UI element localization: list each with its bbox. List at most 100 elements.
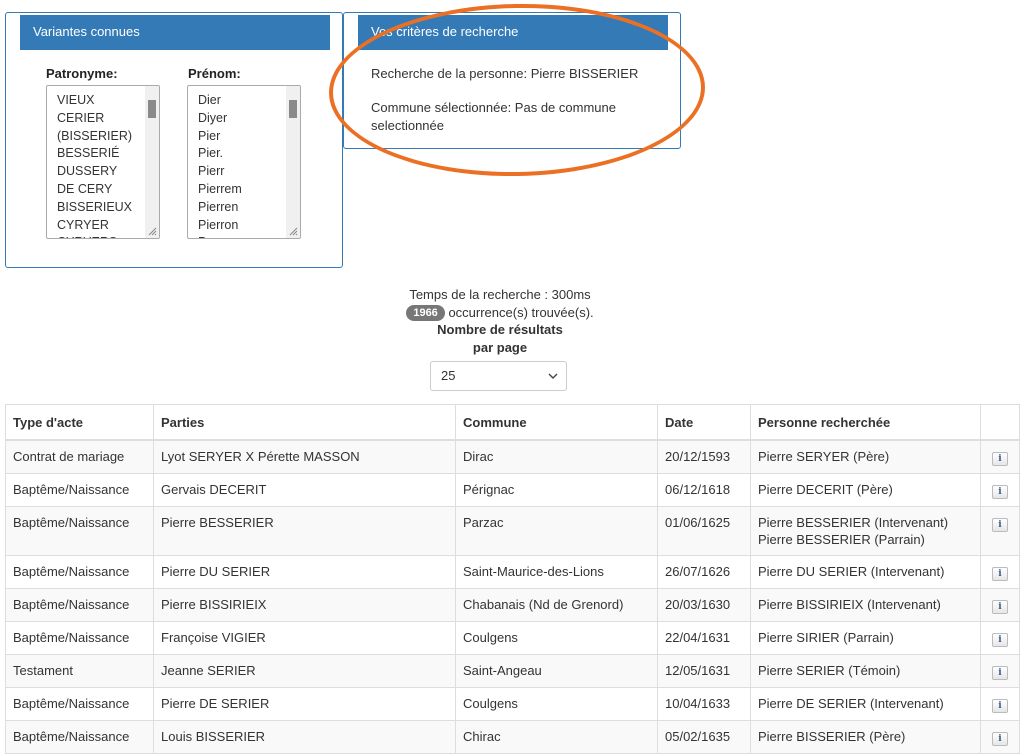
cell-type: Contrat de mariage — [5, 439, 154, 474]
info-icon[interactable]: i — [992, 452, 1008, 466]
surname-option[interactable]: DE CERY — [47, 181, 145, 199]
result-count-line: 1966 occurrence(s) trouvée(s). — [0, 305, 1000, 321]
surname-listbox[interactable]: VIEUX CERIER (BISSERIER) BESSERIÉ DUSSERY DE … — [46, 85, 160, 239]
surname-option[interactable]: CYRYER — [47, 217, 145, 235]
header-type: Type d'acte — [5, 404, 154, 441]
cell-commune: Parzac — [455, 506, 658, 556]
cell-actions: i — [980, 687, 1020, 721]
cell-commune: Chirac — [455, 720, 658, 754]
cell-actions: i — [980, 473, 1020, 507]
result-count-badge: 1966 — [406, 305, 445, 321]
cell-parties: Françoise VIGIER — [153, 621, 456, 655]
header-person: Personne recherchée — [750, 404, 981, 441]
cell-person: Pierre DECERIT (Père) — [750, 473, 981, 507]
table-header-row: Type d'acte Parties Commune Date Personn… — [5, 404, 1020, 441]
criteria-commune-cont: selectionnée — [371, 118, 444, 133]
info-icon[interactable]: i — [992, 600, 1008, 614]
cell-date: 05/02/1635 — [657, 720, 751, 754]
cell-actions: i — [980, 588, 1020, 622]
table-row: Contrat de mariage Lyot SERYER X Pérette … — [5, 439, 1020, 474]
cell-actions: i — [980, 439, 1020, 474]
cell-date: 22/04/1631 — [657, 621, 751, 655]
info-icon[interactable]: i — [992, 699, 1008, 713]
cell-type: Baptême/Naissance — [5, 621, 154, 655]
person-line: Pierre DU SERIER (Intervenant) — [758, 564, 945, 579]
firstname-option[interactable]: Pierr — [188, 163, 286, 181]
variants-panel-title: Variantes connues — [20, 15, 330, 50]
cell-actions: i — [980, 621, 1020, 655]
cell-date: 20/03/1630 — [657, 588, 751, 622]
per-page-select[interactable]: 25 — [430, 361, 567, 391]
cell-type: Baptême/Naissance — [5, 555, 154, 589]
info-icon[interactable]: i — [992, 567, 1008, 581]
cell-parties: Pierre BESSERIER — [153, 506, 456, 556]
person-line: Pierre DE SERIER (Intervenant) — [758, 696, 944, 711]
per-page-label-cont: par page — [472, 340, 528, 355]
cell-commune: Dirac — [455, 439, 658, 474]
firstname-option[interactable]: Pierrem — [188, 181, 286, 199]
resize-grip-icon[interactable] — [288, 226, 298, 236]
cell-date: 10/04/1633 — [657, 687, 751, 721]
cell-date: 01/06/1625 — [657, 506, 751, 556]
cell-person: Pierre BESSERIER (Intervenant) Pierre BES… — [750, 506, 981, 556]
cell-commune: Saint-Angeau — [455, 654, 658, 688]
per-page-value: 25 — [441, 368, 456, 383]
cell-actions: i — [980, 720, 1020, 754]
surname-option[interactable]: (BISSERIER) — [47, 128, 145, 146]
cell-actions: i — [980, 654, 1020, 688]
firstname-option[interactable]: Pyer — [188, 234, 286, 238]
cell-parties: Pierre DU SERIER — [153, 555, 456, 589]
info-icon[interactable]: i — [992, 732, 1008, 746]
cell-actions: i — [980, 506, 1020, 556]
person-line: Pierre BESSERIER (Intervenant) — [758, 515, 949, 530]
variants-panel: Variantes connues Patronyme: Prénom: VIE… — [5, 12, 343, 268]
cell-person: Pierre BISSERIER (Père) — [750, 720, 981, 754]
firstname-option[interactable]: Pierren — [188, 199, 286, 217]
firstname-option[interactable]: Pier. — [188, 145, 286, 163]
header-actions — [980, 404, 1020, 441]
cell-parties: Pierre BISSIRIEIX — [153, 588, 456, 622]
cell-commune: Coulgens — [455, 687, 658, 721]
cell-parties: Louis BISSERIER — [153, 720, 456, 754]
cell-commune: Saint-Maurice-des-Lions — [455, 555, 658, 589]
surname-option[interactable]: CERIER — [47, 110, 145, 128]
cell-person: Pierre SERIER (Témoin) — [750, 654, 981, 688]
cell-date: 12/05/1631 — [657, 654, 751, 688]
cell-type: Baptême/Naissance — [5, 473, 154, 507]
surname-option[interactable]: BESSERIÉ — [47, 145, 145, 163]
info-icon[interactable]: i — [992, 666, 1008, 680]
surname-scrollbar[interactable] — [145, 86, 159, 238]
firstname-option[interactable]: Pier — [188, 128, 286, 146]
firstname-option[interactable]: Diyer — [188, 110, 286, 128]
chevron-down-icon — [548, 373, 558, 379]
firstname-scrollbar[interactable] — [286, 86, 300, 238]
table-row: Baptême/Naissance Louis BISSERIER Chirac 05… — [5, 720, 1020, 754]
header-parties: Parties — [153, 404, 456, 441]
person-line: Pierre BISSERIER (Père) — [758, 729, 906, 744]
resize-grip-icon[interactable] — [147, 226, 157, 236]
criteria-panel: Vos critères de recherche Recherche de l… — [343, 12, 681, 149]
surname-option[interactable]: VIEUX — [47, 92, 145, 110]
cell-commune: Pérignac — [455, 473, 658, 507]
surname-option[interactable]: BISSERIEUX — [47, 199, 145, 217]
cell-parties: Lyot SERYER X Pérette MASSON — [153, 439, 456, 474]
surname-option[interactable]: DUSSERY — [47, 163, 145, 181]
firstname-option[interactable]: Dier — [188, 92, 286, 110]
firstname-listbox[interactable]: Dier Diyer Pier Pier. Pierr Pierrem Pierren Pie… — [187, 85, 301, 239]
firstname-option[interactable]: Pierron — [188, 217, 286, 235]
cell-date: 06/12/1618 — [657, 473, 751, 507]
table-row: Baptême/Naissance Françoise VIGIER Coulgen… — [5, 621, 1020, 655]
criteria-commune: Commune sélectionnée: Pas de commune — [371, 100, 616, 115]
firstname-label: Prénom: — [188, 66, 241, 81]
info-icon[interactable]: i — [992, 518, 1008, 532]
info-icon[interactable]: i — [992, 485, 1008, 499]
surname-option[interactable]: CYRYERS — [47, 234, 145, 238]
cell-type: Baptême/Naissance — [5, 506, 154, 556]
result-count-suffix: occurrence(s) trouvée(s). — [448, 305, 594, 320]
cell-date: 20/12/1593 — [657, 439, 751, 474]
cell-type: Baptême/Naissance — [5, 588, 154, 622]
table-row: Testament Jeanne SERIER Saint-Angeau 12/05/… — [5, 654, 1020, 688]
info-icon[interactable]: i — [992, 633, 1008, 647]
cell-type: Testament — [5, 654, 154, 688]
person-line: Pierre SERIER (Témoin) — [758, 663, 901, 678]
